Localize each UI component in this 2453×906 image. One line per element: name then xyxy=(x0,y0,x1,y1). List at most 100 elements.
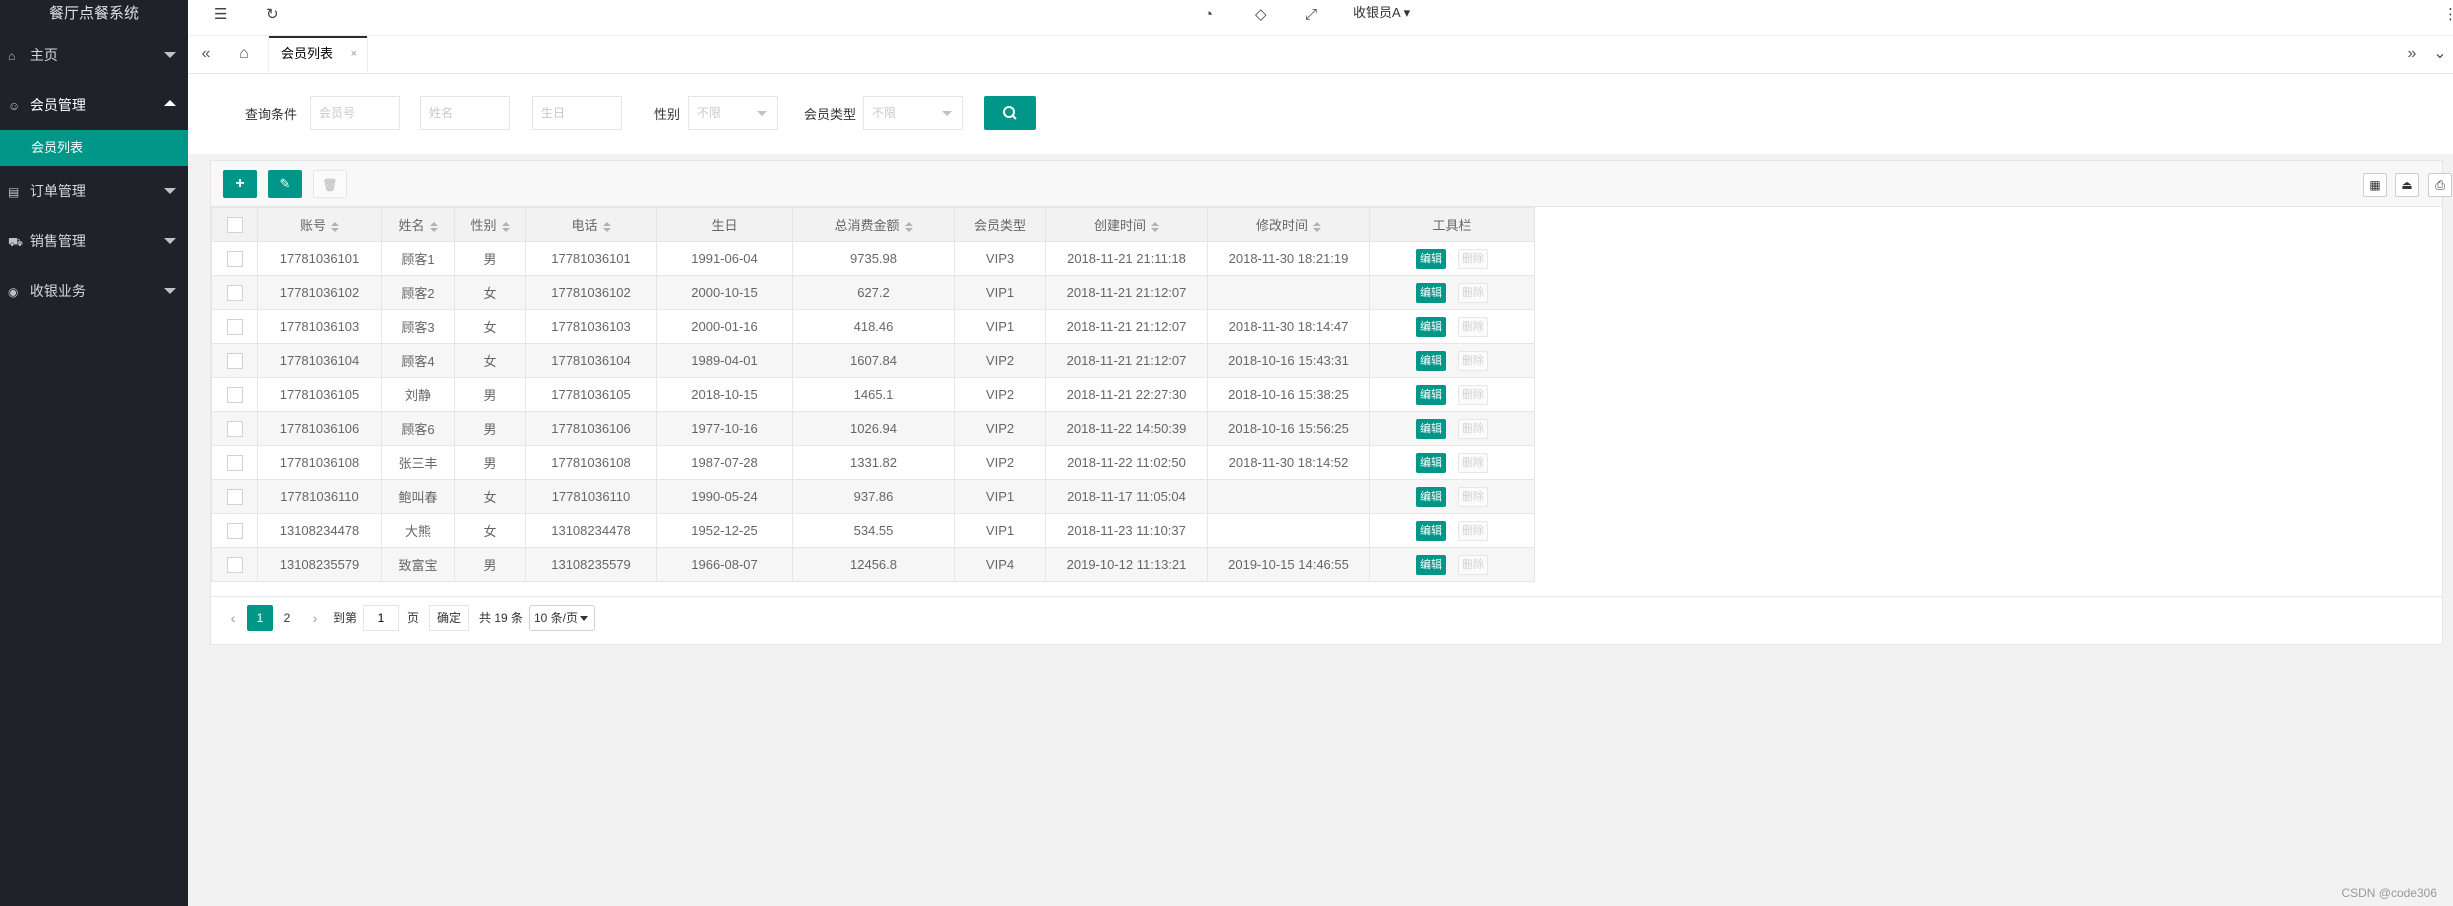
tag-icon[interactable]: ◇ xyxy=(1255,0,1267,36)
col-modified[interactable]: 修改时间 xyxy=(1207,207,1370,242)
sort-icon[interactable] xyxy=(1151,221,1159,232)
user-menu[interactable]: 收银员A ▾ xyxy=(1353,0,1410,30)
row-edit-button[interactable]: 编辑 xyxy=(1416,282,1446,303)
cell-member-type: VIP4 xyxy=(954,547,1046,582)
table-row[interactable]: 17781036105 刘静男 17781036105 2018-10-15 1465.… xyxy=(211,377,1535,412)
birthday-input[interactable] xyxy=(532,96,622,130)
member-type-select[interactable]: 不限 xyxy=(863,96,963,130)
col-name[interactable]: 姓名 xyxy=(381,207,455,242)
menu-toggle-icon[interactable]: ☰ xyxy=(214,0,227,36)
row-checkbox[interactable] xyxy=(226,318,243,335)
col-total-spend[interactable]: 总消费金额 xyxy=(792,207,955,242)
sidebar-item-home[interactable]: ⌂ 主页 xyxy=(0,30,188,80)
row-edit-button[interactable]: 编辑 xyxy=(1416,418,1446,439)
theme-icon[interactable]: ◔ xyxy=(1204,0,1213,36)
table-row[interactable]: 17781036102 顾客2 女 17781036102 2000-10-15 627.… xyxy=(211,275,1535,310)
tabs-scroll-left-icon[interactable]: « xyxy=(192,36,220,74)
cell-total-spend: 1465.1 xyxy=(792,377,955,412)
col-account[interactable]: 账号 xyxy=(257,207,382,242)
gender-select[interactable]: 不限 xyxy=(688,96,778,130)
print-icon[interactable]: ⎙ xyxy=(2428,173,2452,197)
name-input[interactable] xyxy=(420,96,510,130)
per-page-select[interactable]: 10 条/页 xyxy=(529,605,595,631)
row-checkbox[interactable] xyxy=(226,454,243,471)
sidebar-item-members[interactable]: ☺ 会员管理 xyxy=(0,80,188,130)
row-checkbox[interactable] xyxy=(226,522,243,539)
table-row[interactable]: 17781036110 鲍叫春女 17781036110 1990-05-24 937.… xyxy=(211,479,1535,514)
sort-icon[interactable] xyxy=(429,221,438,232)
more-icon[interactable]: ⋮ xyxy=(2443,0,2453,36)
sidebar-item-cashier[interactable]: ◉ 收银业务 xyxy=(0,266,188,316)
row-delete-button[interactable]: 删除 xyxy=(1458,554,1488,575)
row-delete-button[interactable]: 删除 xyxy=(1458,384,1488,405)
delete-button[interactable]: 🗑 xyxy=(313,170,347,198)
row-delete-button[interactable]: 删除 xyxy=(1458,350,1488,371)
tabs-scroll-right-icon[interactable]: » xyxy=(2398,36,2426,74)
sort-icon[interactable] xyxy=(331,221,339,232)
row-edit-button[interactable]: 编辑 xyxy=(1416,520,1446,541)
table-row[interactable]: 13108235579 致富宝男 13108235579 1966-08-07 1245… xyxy=(211,547,1535,582)
row-delete-button[interactable]: 删除 xyxy=(1458,248,1488,269)
row-edit-button[interactable]: 编辑 xyxy=(1416,248,1446,269)
type-label: 会员类型 xyxy=(804,107,857,122)
cell-account: 17781036103 xyxy=(257,309,382,344)
sidebar-item-orders[interactable]: ▤ 订单管理 xyxy=(0,166,188,216)
page-1-button[interactable]: 1 xyxy=(247,605,273,631)
prev-page-button[interactable]: ‹ xyxy=(221,605,245,631)
sort-icon[interactable] xyxy=(1313,221,1321,232)
table-row[interactable]: 17781036104 顾客4 女 17781036104 1989-04-01 1607… xyxy=(211,343,1535,378)
table-row[interactable]: 13108234478 大熊女 13108234478 1952-12-25 534.5… xyxy=(211,513,1535,548)
tab-member-list[interactable]: 会员列表 × xyxy=(268,36,368,74)
row-delete-button[interactable]: 删除 xyxy=(1458,418,1488,439)
row-edit-button[interactable]: 编辑 xyxy=(1416,554,1446,575)
close-icon[interactable]: × xyxy=(351,36,357,72)
table-row[interactable]: 17781036106 顾客6 男 17781036106 1977-10-16 1026… xyxy=(211,411,1535,446)
edit-button[interactable]: ✎ xyxy=(268,170,302,198)
row-edit-button[interactable]: 编辑 xyxy=(1416,452,1446,473)
row-delete-button[interactable]: 删除 xyxy=(1458,486,1488,507)
col-phone[interactable]: 电话 xyxy=(525,207,657,242)
fullscreen-icon[interactable]: ⤢ xyxy=(1305,0,1317,36)
refresh-icon[interactable]: ↻ xyxy=(266,0,279,36)
row-checkbox[interactable] xyxy=(226,352,243,369)
select-all-checkbox[interactable] xyxy=(226,216,243,233)
page-2-button[interactable]: 2 xyxy=(275,605,299,631)
export-icon[interactable]: ⏏ xyxy=(2395,173,2419,197)
row-delete-button[interactable]: 删除 xyxy=(1458,316,1488,337)
sort-icon[interactable] xyxy=(501,221,510,232)
row-delete-button[interactable]: 删除 xyxy=(1458,282,1488,303)
cell-created-time: 2018-11-22 14:50:39 xyxy=(1045,411,1208,446)
goto-page-input[interactable] xyxy=(363,605,399,631)
row-checkbox[interactable] xyxy=(226,556,243,573)
table-row[interactable]: 17781036108 张三丰男 17781036108 1987-07-28 1331… xyxy=(211,445,1535,480)
row-edit-button[interactable]: 编辑 xyxy=(1416,350,1446,371)
tabs-menu-icon[interactable]: ⌄ xyxy=(2426,36,2453,74)
row-checkbox[interactable] xyxy=(226,488,243,505)
sidebar-subitem-member-list[interactable]: 会员列表 xyxy=(0,130,188,166)
row-checkbox[interactable] xyxy=(226,386,243,403)
next-page-button[interactable]: › xyxy=(303,605,327,631)
col-created[interactable]: 创建时间 xyxy=(1045,207,1208,242)
row-edit-button[interactable]: 编辑 xyxy=(1416,486,1446,507)
home-tab-icon[interactable]: ⌂ xyxy=(230,36,258,74)
row-delete-button[interactable]: 删除 xyxy=(1458,452,1488,473)
cell-gender: 女 xyxy=(454,513,526,548)
account-input[interactable] xyxy=(310,96,400,130)
row-checkbox[interactable] xyxy=(226,420,243,437)
search-button[interactable] xyxy=(984,96,1036,130)
sort-icon[interactable] xyxy=(602,221,611,232)
col-birthday: 生日 xyxy=(656,207,793,242)
row-checkbox[interactable] xyxy=(226,250,243,267)
table-row[interactable]: 17781036101 顾客1 男 17781036101 1991-06-04 9735… xyxy=(211,241,1535,276)
table-row[interactable]: 17781036103 顾客3 女 17781036103 2000-01-16 418.… xyxy=(211,309,1535,344)
row-edit-button[interactable]: 编辑 xyxy=(1416,316,1446,337)
sidebar-item-sales[interactable]: ⛟ 销售管理 xyxy=(0,216,188,266)
col-gender[interactable]: 性别 xyxy=(454,207,526,242)
goto-confirm-button[interactable]: 确定 xyxy=(429,605,469,631)
sort-icon[interactable] xyxy=(904,221,913,232)
row-delete-button[interactable]: 删除 xyxy=(1458,520,1488,541)
columns-filter-icon[interactable]: ▦ xyxy=(2363,173,2387,197)
row-edit-button[interactable]: 编辑 xyxy=(1416,384,1446,405)
row-checkbox[interactable] xyxy=(226,284,243,301)
add-button[interactable]: + xyxy=(223,170,257,198)
